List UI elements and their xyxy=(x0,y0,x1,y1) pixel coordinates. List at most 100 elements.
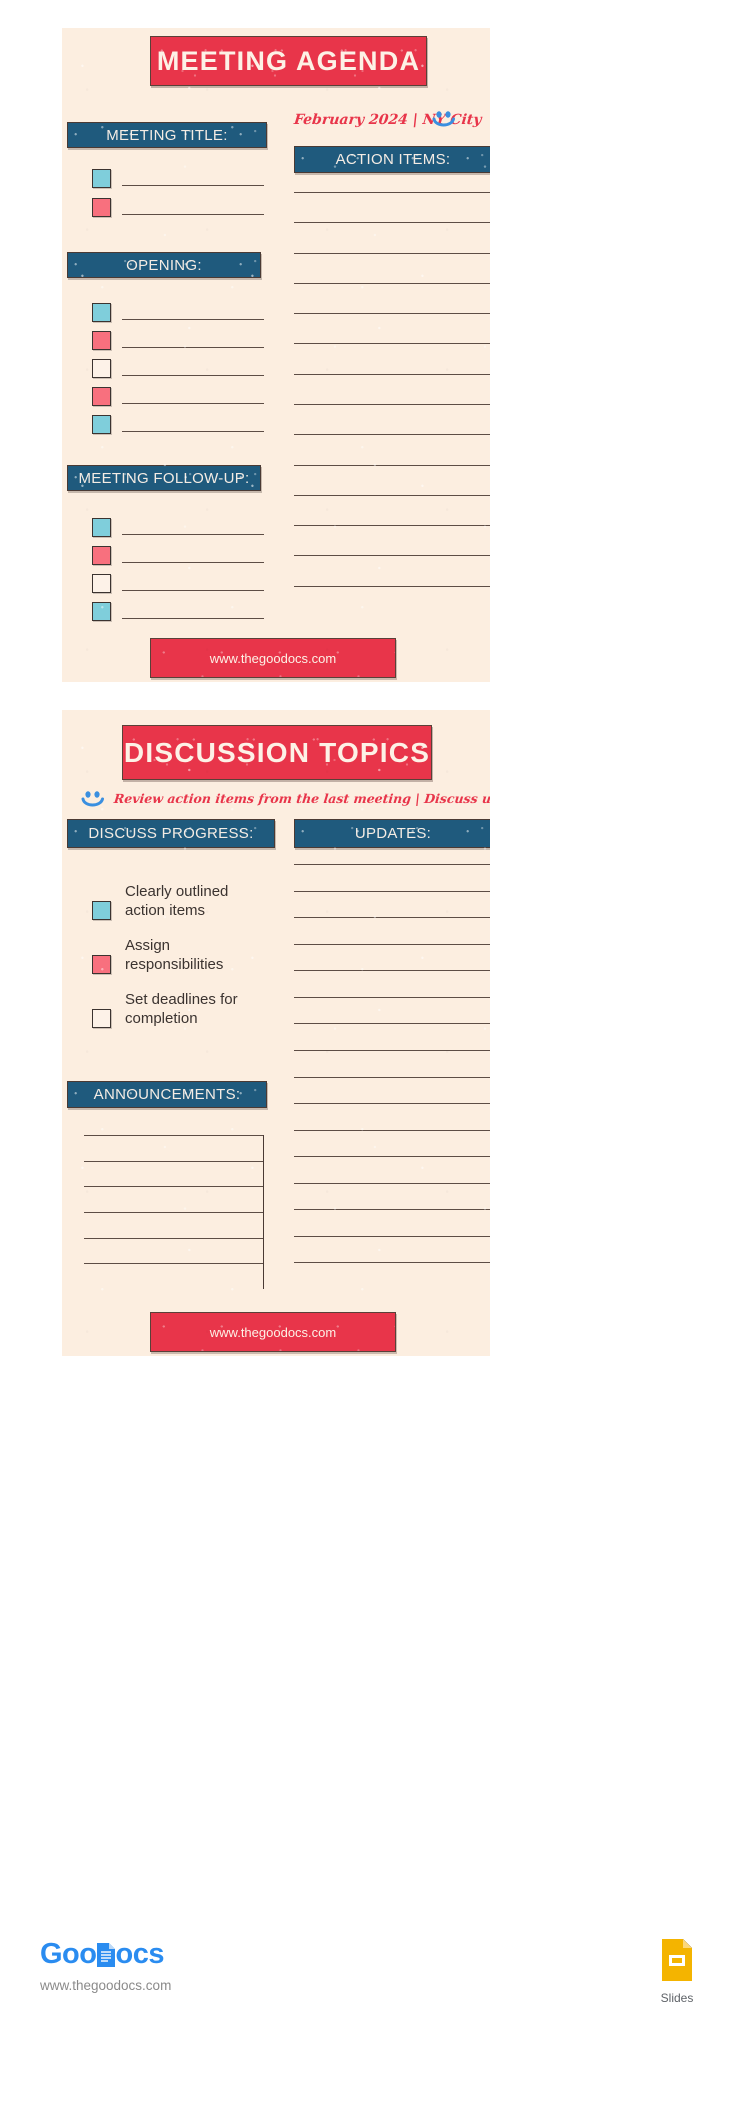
update-line[interactable] xyxy=(294,970,490,997)
action-item-line[interactable] xyxy=(294,464,490,495)
update-line[interactable] xyxy=(294,1156,490,1183)
write-in-line[interactable] xyxy=(122,618,264,619)
announcement-line[interactable] xyxy=(84,1237,263,1264)
document-page-icon xyxy=(96,1942,115,1967)
brand-footer: Goo ocs www.thegoodocs.com Slides xyxy=(0,1930,750,2040)
action-item-line[interactable] xyxy=(294,343,490,373)
update-line[interactable] xyxy=(294,1023,490,1050)
slides-label: Slides xyxy=(660,1991,694,2005)
action-item-line[interactable] xyxy=(294,222,490,252)
update-line[interactable] xyxy=(294,1129,490,1157)
slides-badge[interactable]: Slides xyxy=(648,1938,706,2005)
checkbox-row[interactable] xyxy=(92,543,264,565)
section-header-announcements: ANNOUNCEMENTS: xyxy=(67,1081,267,1108)
announcement-line[interactable] xyxy=(84,1186,263,1212)
write-in-line[interactable] xyxy=(122,534,264,535)
write-in-line[interactable] xyxy=(122,431,264,432)
checkbox-row[interactable] xyxy=(92,195,264,217)
smiley-face-icon xyxy=(432,111,455,127)
checkbox-row[interactable] xyxy=(92,328,264,350)
checklist-item[interactable]: Clearly outlined action items xyxy=(92,882,270,920)
update-line[interactable] xyxy=(294,1182,490,1210)
checkbox-teal[interactable] xyxy=(92,518,111,537)
action-item-line[interactable] xyxy=(294,192,490,222)
checkbox-pink[interactable] xyxy=(92,546,111,565)
section-header-label: UPDATES: xyxy=(354,825,432,842)
checkbox-blank[interactable] xyxy=(92,1009,111,1028)
updates-write-area[interactable] xyxy=(294,864,490,1289)
checklist-item[interactable]: Assign responsibilities xyxy=(92,936,270,974)
update-line[interactable] xyxy=(294,943,490,971)
section-header-action-items: ACTION ITEMS: xyxy=(294,146,490,173)
update-line[interactable] xyxy=(294,996,490,1024)
write-in-line[interactable] xyxy=(122,347,264,348)
checkbox-blank[interactable] xyxy=(92,359,111,378)
write-in-line[interactable] xyxy=(122,185,264,186)
action-item-line[interactable] xyxy=(294,282,490,313)
update-line[interactable] xyxy=(294,1262,490,1289)
page-title-text: DISCUSSION TOPICS xyxy=(123,736,431,768)
announcement-line[interactable] xyxy=(84,1263,263,1289)
section-header-meeting-title: MEETING TITLE: xyxy=(67,122,267,148)
update-line[interactable] xyxy=(294,1049,490,1077)
section-header-discuss-progress: DISCUSS PROGRESS: xyxy=(67,819,275,848)
action-item-line[interactable] xyxy=(294,525,490,555)
page-title-discussion-topics: DISCUSSION TOPICS xyxy=(122,725,432,780)
announcements-write-area[interactable] xyxy=(84,1135,264,1289)
action-item-line[interactable] xyxy=(294,252,490,283)
announcement-line[interactable] xyxy=(84,1212,263,1238)
write-in-line[interactable] xyxy=(122,562,264,563)
checkbox-row[interactable] xyxy=(92,515,264,537)
write-in-line[interactable] xyxy=(122,214,264,215)
checkbox-row[interactable] xyxy=(92,356,264,378)
checklist-item-label: Assign responsibilities xyxy=(125,937,224,973)
update-line[interactable] xyxy=(294,864,490,891)
action-item-line[interactable] xyxy=(294,494,490,525)
checkbox-pink[interactable] xyxy=(92,955,111,974)
footer-url-text: www.thegoodocs.com xyxy=(209,1324,337,1340)
checkbox-pink[interactable] xyxy=(92,331,111,350)
announcement-line[interactable] xyxy=(84,1160,263,1187)
checkbox-teal[interactable] xyxy=(92,169,111,188)
goodocs-logo[interactable]: Goo ocs xyxy=(40,1938,164,1971)
write-in-line[interactable] xyxy=(122,319,264,320)
agenda-page: MEETING AGENDA MEETING TITLE: February 2… xyxy=(62,28,490,682)
checkbox-teal[interactable] xyxy=(92,602,111,621)
checkbox-row[interactable] xyxy=(92,412,264,434)
checkbox-row[interactable] xyxy=(92,384,264,406)
action-item-line[interactable] xyxy=(294,555,490,585)
write-in-line[interactable] xyxy=(122,403,264,404)
action-item-line[interactable] xyxy=(294,403,490,434)
checkbox-pink[interactable] xyxy=(92,387,111,406)
update-line[interactable] xyxy=(294,1103,490,1130)
action-items-write-area[interactable] xyxy=(294,192,490,616)
update-line[interactable] xyxy=(294,1235,490,1263)
checkbox-pink[interactable] xyxy=(92,198,111,217)
checkbox-row[interactable] xyxy=(92,166,264,188)
checklist-item-label: Set deadlines for completion xyxy=(125,991,238,1027)
checkbox-row[interactable] xyxy=(92,300,264,322)
action-item-line[interactable] xyxy=(294,434,490,464)
checklist-item[interactable]: Set deadlines for completion xyxy=(92,990,270,1028)
update-line[interactable] xyxy=(294,890,490,918)
checkbox-row[interactable] xyxy=(92,599,264,621)
checkbox-teal[interactable] xyxy=(92,303,111,322)
announcement-line[interactable] xyxy=(84,1135,263,1161)
update-line[interactable] xyxy=(294,1209,490,1236)
action-item-line[interactable] xyxy=(294,585,490,616)
checkbox-teal[interactable] xyxy=(92,415,111,434)
action-item-line[interactable] xyxy=(294,373,490,404)
goodocs-url[interactable]: www.thegoodocs.com xyxy=(40,1978,171,1993)
write-in-line[interactable] xyxy=(122,375,264,376)
update-line[interactable] xyxy=(294,917,490,944)
checkbox-blank[interactable] xyxy=(92,574,111,593)
checkbox-row[interactable] xyxy=(92,571,264,593)
footer-url-chip-page1[interactable]: www.thegoodocs.com xyxy=(150,638,396,678)
write-in-line[interactable] xyxy=(122,590,264,591)
footer-url-chip-page2[interactable]: www.thegoodocs.com xyxy=(150,1312,396,1352)
action-item-line[interactable] xyxy=(294,313,490,343)
checkbox-teal[interactable] xyxy=(92,901,111,920)
update-line[interactable] xyxy=(294,1076,490,1104)
goodocs-logo-text-first: Goo xyxy=(40,1938,97,1970)
section-header-updates: UPDATES: xyxy=(294,819,490,848)
